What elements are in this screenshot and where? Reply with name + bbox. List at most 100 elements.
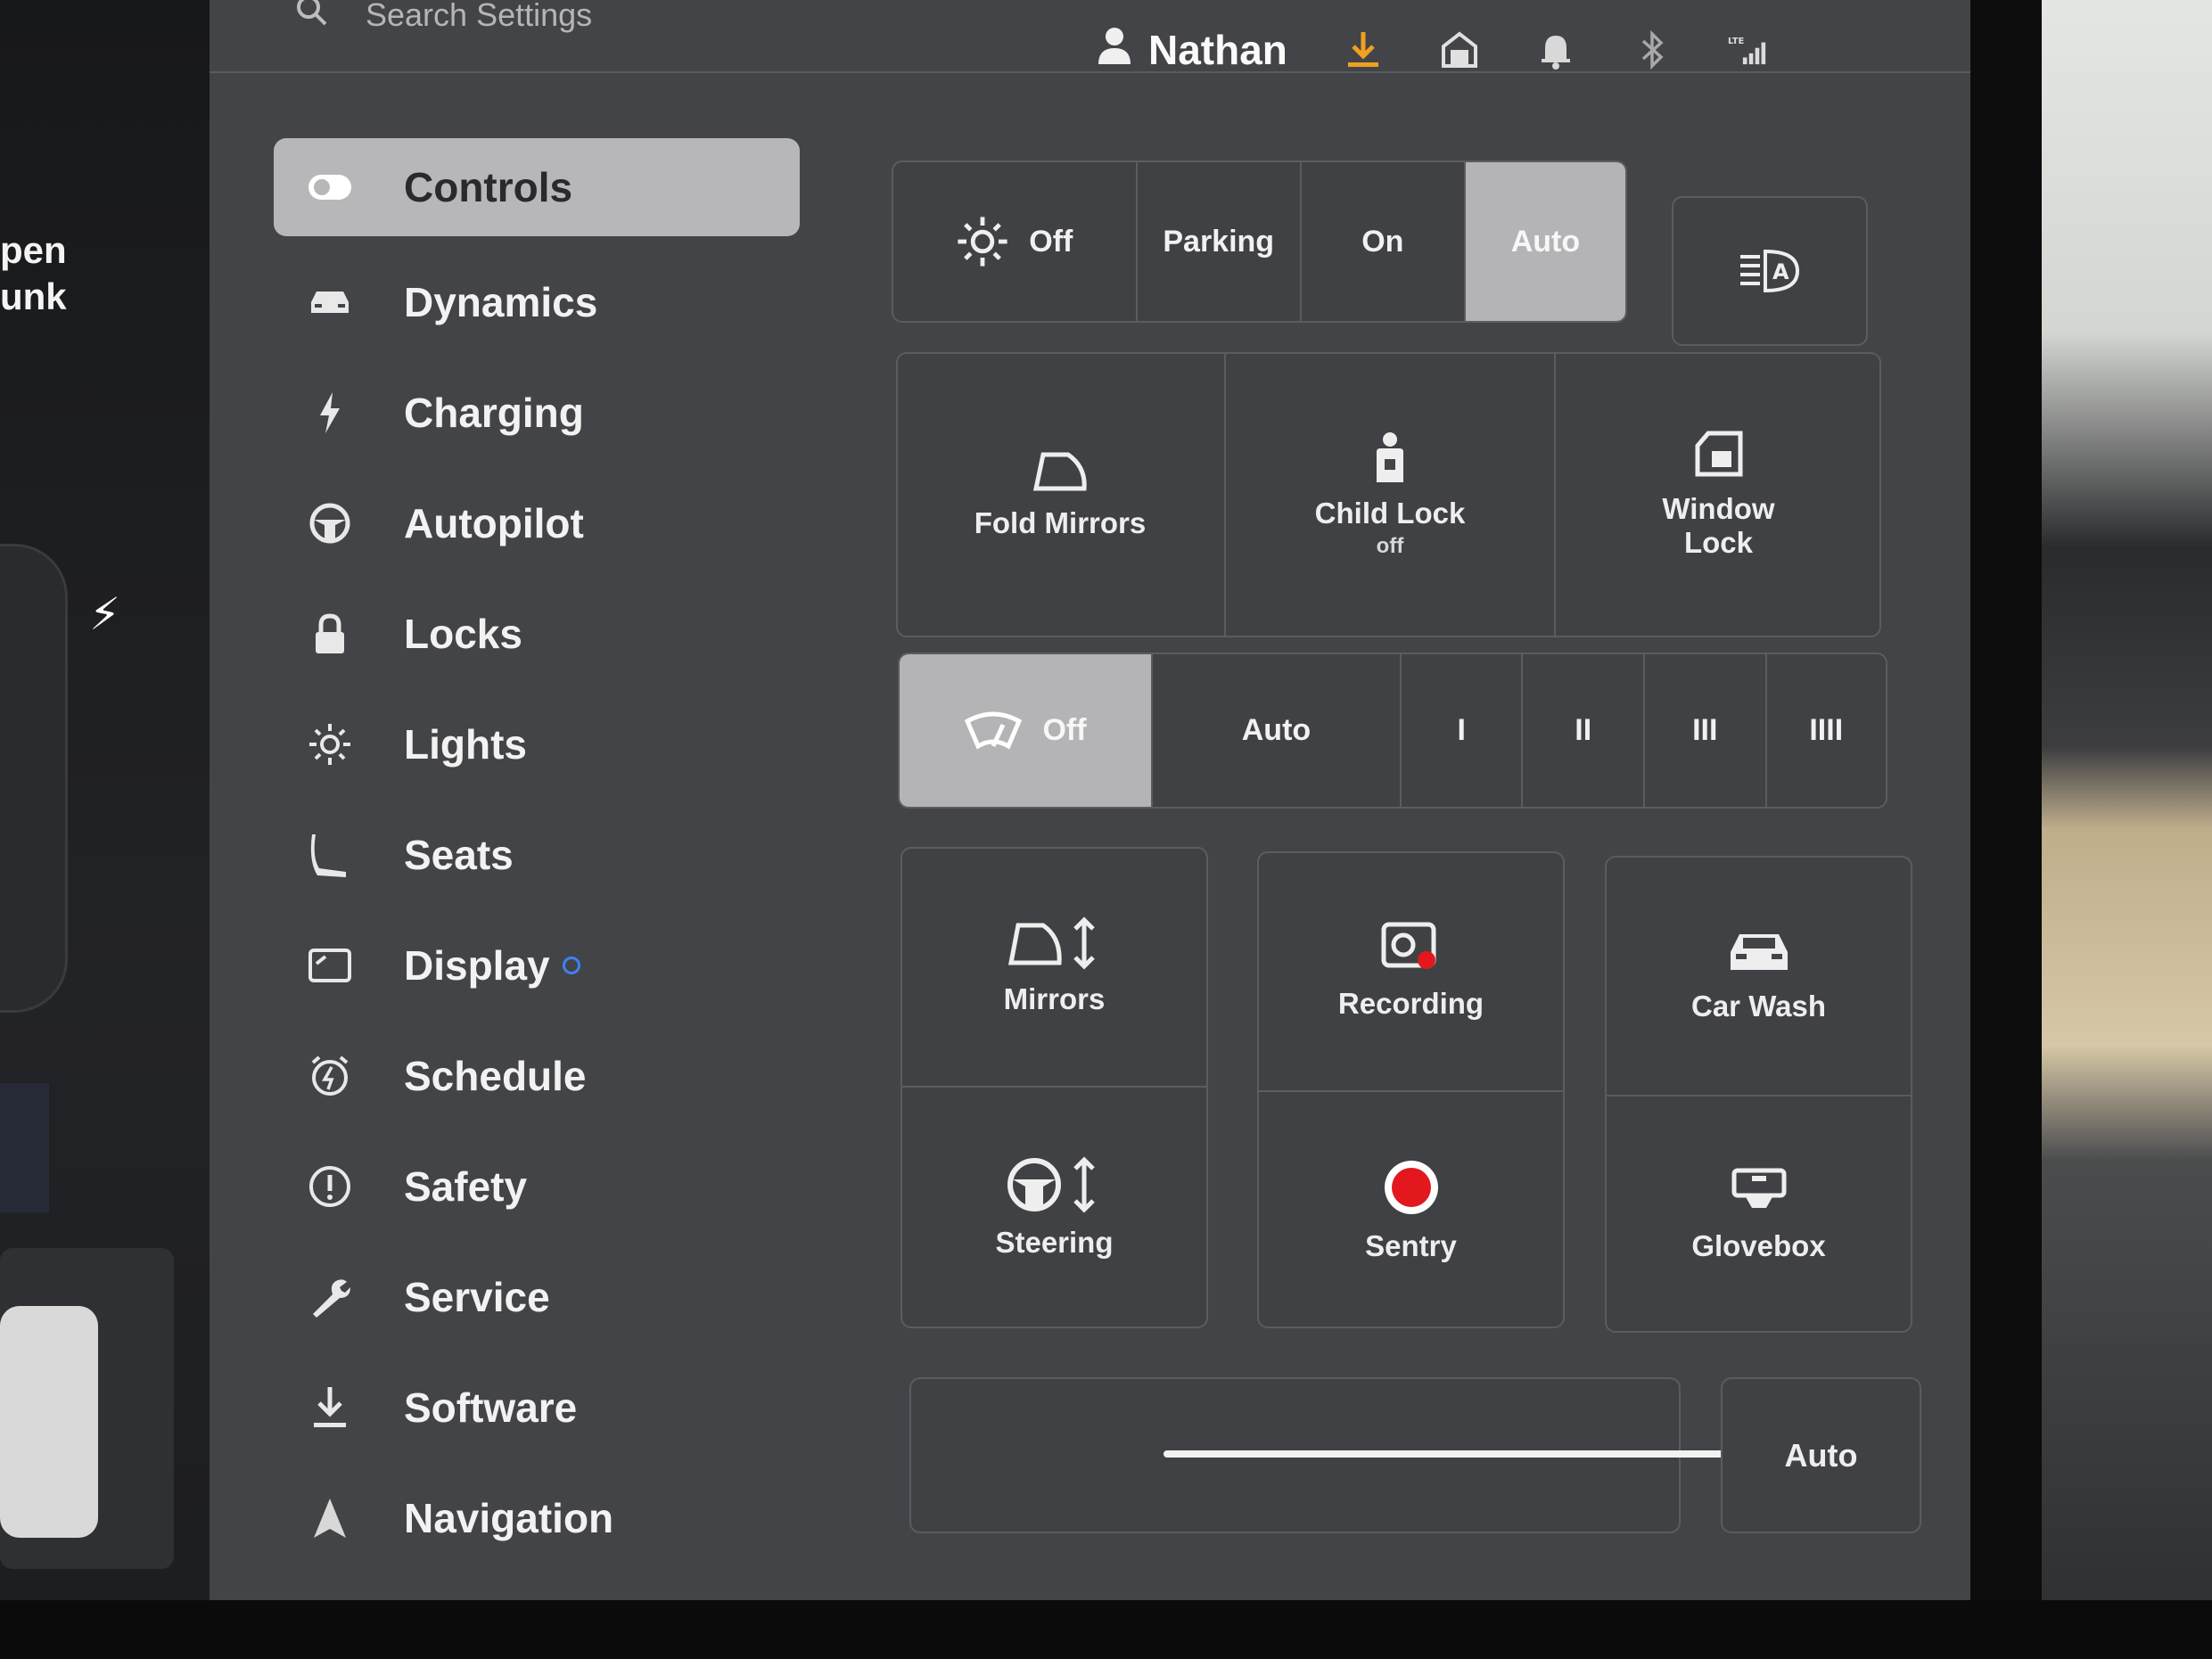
sidebar-item-label: Seats bbox=[404, 832, 514, 878]
garage-icon[interactable] bbox=[1439, 29, 1480, 70]
child-lock-state: off bbox=[1376, 534, 1404, 558]
sidebar-item-label: Schedule bbox=[404, 1053, 587, 1099]
sidebar-item-controls[interactable]: Controls bbox=[274, 138, 800, 236]
window-lock-button[interactable]: Window Lock bbox=[1556, 352, 1881, 637]
wiper-option-1[interactable]: I bbox=[1402, 654, 1524, 807]
brightness-slider[interactable] bbox=[1164, 1450, 1799, 1458]
bell-icon[interactable] bbox=[1535, 29, 1576, 70]
dashboard-edge bbox=[0, 1600, 2212, 1659]
wiper-3-label: III bbox=[1692, 713, 1718, 747]
wiper-speed-selector: Off Auto I II III IIII bbox=[898, 653, 1887, 809]
lights-parking-label: Parking bbox=[1163, 224, 1275, 259]
sidebar-item-label: Lights bbox=[404, 721, 527, 768]
download-icon[interactable] bbox=[1343, 29, 1384, 70]
sidebar-item-safety[interactable]: Safety bbox=[274, 1131, 800, 1242]
wiper-option-off[interactable]: Off bbox=[900, 654, 1153, 807]
sidebar-item-label: Software bbox=[404, 1384, 578, 1431]
lights-option-parking[interactable]: Parking bbox=[1138, 162, 1302, 321]
lock-icon bbox=[305, 609, 355, 659]
sidebar-item-label: Autopilot bbox=[404, 500, 584, 546]
update-badge-dot bbox=[562, 957, 580, 974]
sidebar-item-software[interactable]: Software bbox=[274, 1352, 800, 1463]
car-icon bbox=[305, 277, 355, 327]
glovebox-label: Glovebox bbox=[1691, 1228, 1826, 1262]
car-wash-button[interactable]: Car Wash bbox=[1605, 856, 1912, 1096]
steering-label: Steering bbox=[995, 1226, 1114, 1259]
child-lock-button[interactable]: Child Lock off bbox=[1226, 352, 1556, 637]
bolt-icon bbox=[305, 388, 355, 438]
settings-sidebar: Controls Dynamics Charging Autopilot Loc… bbox=[274, 138, 800, 1573]
sidebar-item-display[interactable]: Display bbox=[274, 910, 800, 1021]
trunk-label-line2: unk bbox=[0, 275, 67, 317]
user-name: Nathan bbox=[1148, 26, 1287, 73]
window-lock-icon bbox=[1695, 431, 1742, 477]
wiper-icon bbox=[965, 711, 1023, 750]
mirrors-adjust-button[interactable]: Mirrors bbox=[900, 847, 1208, 1088]
sidebar-item-schedule[interactable]: Schedule bbox=[274, 1021, 800, 1131]
car-wash-icon bbox=[1730, 934, 1788, 970]
sidebar-item-label: Service bbox=[404, 1274, 550, 1320]
cabin-background bbox=[2042, 0, 2212, 1659]
navigation-arrow-icon bbox=[305, 1493, 355, 1543]
wiper-1-label: I bbox=[1457, 713, 1466, 747]
search-input[interactable]: Search Settings bbox=[366, 0, 592, 34]
brightness-auto-label: Auto bbox=[1784, 1436, 1858, 1474]
sidebar-item-dynamics[interactable]: Dynamics bbox=[274, 247, 800, 357]
sidebar-item-label: Safety bbox=[404, 1163, 528, 1210]
steering-adjust-button[interactable]: Steering bbox=[900, 1088, 1208, 1328]
lights-auto-label: Auto bbox=[1510, 224, 1581, 259]
car-seat-card[interactable] bbox=[0, 1248, 174, 1569]
sidebar-item-charging[interactable]: Charging bbox=[274, 357, 800, 468]
lights-option-off[interactable]: Off bbox=[893, 162, 1138, 321]
wiper-2-label: II bbox=[1575, 713, 1592, 747]
recording-label: Recording bbox=[1337, 987, 1484, 1020]
glovebox-button[interactable]: Glovebox bbox=[1605, 1096, 1912, 1333]
fold-mirrors-button[interactable]: Fold Mirrors bbox=[896, 352, 1226, 637]
seat-image bbox=[0, 1306, 98, 1538]
alarm-clock-icon bbox=[305, 1051, 355, 1101]
sentry-record-icon bbox=[1384, 1160, 1438, 1214]
settings-screen: Search Settings Nathan LTE Controls Dyna… bbox=[210, 0, 1970, 1600]
wiper-4-label: IIII bbox=[1809, 713, 1844, 747]
sidebar-item-label: Display bbox=[404, 942, 550, 989]
dashcam-recording-button[interactable]: Recording bbox=[1257, 851, 1565, 1092]
wiper-option-auto[interactable]: Auto bbox=[1153, 654, 1402, 807]
sun-icon bbox=[958, 217, 1007, 267]
steering-adjust-icon bbox=[1007, 1156, 1095, 1213]
sidebar-item-lights[interactable]: Lights bbox=[274, 689, 800, 800]
auto-high-beam-button[interactable]: A bbox=[1672, 196, 1868, 346]
open-trunk-button[interactable]: pen unk bbox=[0, 227, 67, 320]
wiper-option-3[interactable]: III bbox=[1645, 654, 1767, 807]
steering-wheel-icon bbox=[305, 498, 355, 548]
lights-option-auto[interactable]: Auto bbox=[1465, 162, 1625, 321]
sidebar-item-label: Locks bbox=[404, 611, 522, 657]
lights-option-on[interactable]: On bbox=[1302, 162, 1466, 321]
alert-circle-icon bbox=[305, 1162, 355, 1211]
charge-bolt-icon[interactable]: ⚡ bbox=[89, 588, 120, 640]
lights-on-label: On bbox=[1361, 224, 1404, 259]
brightness-auto-button[interactable]: Auto bbox=[1721, 1377, 1921, 1533]
sidebar-item-seats[interactable]: Seats bbox=[274, 800, 800, 910]
sidebar-item-label: Charging bbox=[404, 390, 584, 436]
wiper-option-2[interactable]: II bbox=[1523, 654, 1645, 807]
mirror-icon bbox=[1032, 452, 1087, 491]
svg-text:LTE: LTE bbox=[1728, 37, 1744, 46]
sidebar-item-locks[interactable]: Locks bbox=[274, 579, 800, 689]
sidebar-item-service[interactable]: Service bbox=[274, 1242, 800, 1352]
lights-off-label: Off bbox=[1029, 224, 1073, 259]
wiper-option-4[interactable]: IIII bbox=[1767, 654, 1887, 807]
headlights-selector: Off Parking On Auto bbox=[892, 160, 1627, 323]
auto-high-beam-icon: A bbox=[1740, 249, 1800, 293]
bluetooth-icon[interactable] bbox=[1632, 29, 1673, 70]
search-icon bbox=[294, 0, 330, 37]
lte-signal-icon: LTE bbox=[1728, 29, 1769, 70]
sentry-mode-button[interactable]: Sentry bbox=[1257, 1092, 1565, 1328]
search-bar[interactable]: Search Settings bbox=[294, 0, 592, 37]
sidebar-item-autopilot[interactable]: Autopilot bbox=[274, 468, 800, 579]
user-profile[interactable]: Nathan bbox=[1097, 25, 1287, 74]
window-lock-label-2: Lock bbox=[1683, 526, 1754, 559]
dashcam-icon bbox=[1381, 922, 1435, 969]
sidebar-item-navigation[interactable]: Navigation bbox=[274, 1463, 800, 1573]
sentry-label: Sentry bbox=[1365, 1228, 1457, 1262]
sidebar-item-label: Controls bbox=[404, 164, 573, 210]
